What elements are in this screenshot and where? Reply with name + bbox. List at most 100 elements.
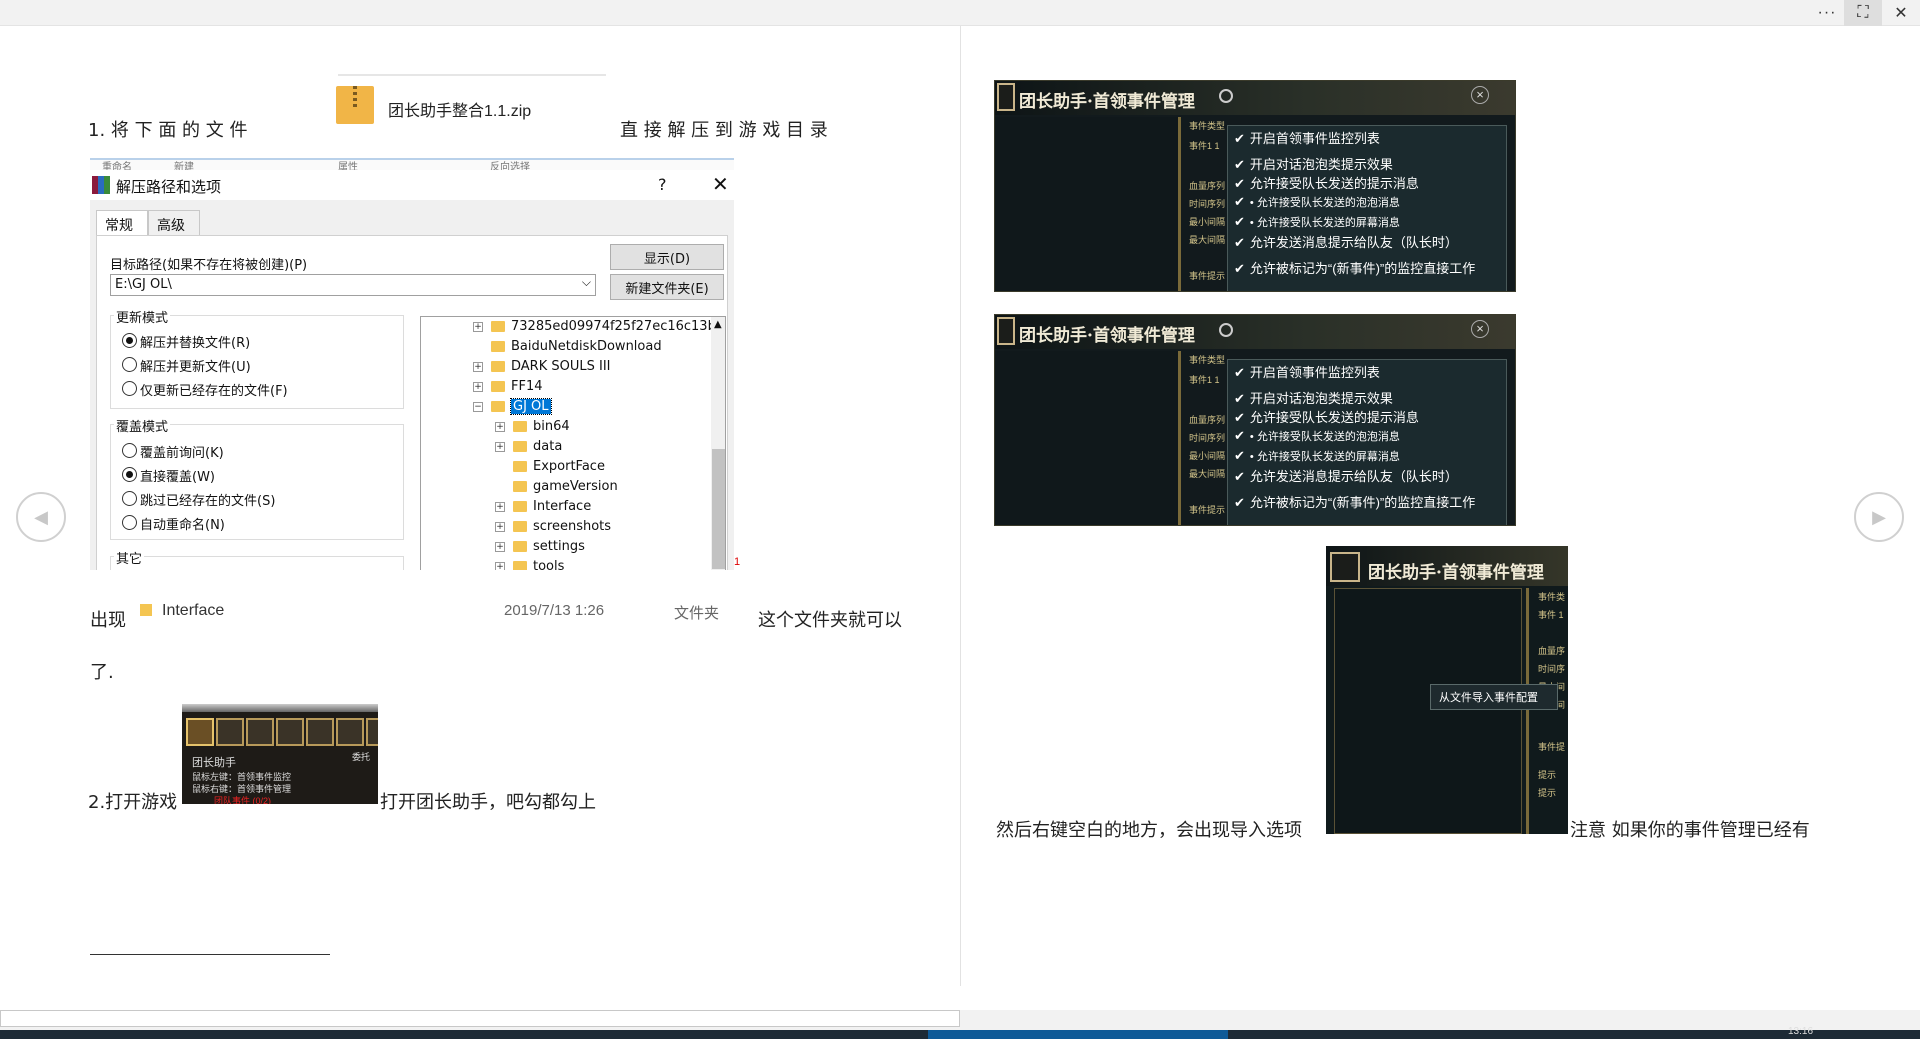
interface-date: 2019/7/13 1:26 <box>504 602 605 619</box>
appear-tail-2: 了. <box>90 662 114 683</box>
option-item: • 允许接受队长发送的泡泡消息 <box>1234 428 1400 444</box>
interface-type: 文件夹 <box>674 605 720 622</box>
zip-file-name: 团长助手整合1.1.zip <box>388 103 532 120</box>
previous-page-button[interactable]: ◀ <box>16 492 66 542</box>
footnote-rule <box>90 954 330 955</box>
next-page-button[interactable]: ▶ <box>1854 492 1904 542</box>
expand-icon[interactable]: + <box>495 561 505 570</box>
expand-icon[interactable]: + <box>495 501 505 512</box>
folder-icon <box>513 541 527 552</box>
scroll-thumb[interactable] <box>712 449 725 569</box>
tree-item[interactable]: +73285ed09974f25f27ec16c13bb <box>473 319 724 334</box>
field-label: 事件提示 <box>1189 271 1226 281</box>
step1-text-end: 直 接 解 压 到 游 戏 目 录 <box>620 120 828 141</box>
page-divider <box>960 26 961 986</box>
event-panel-screenshot: 团长助手·首领事件管理 × 事件类型 事件1 1 血量序列 时间序列 最小间隔 … <box>994 80 1516 292</box>
expand-icon[interactable]: + <box>495 421 505 432</box>
folder-icon <box>491 341 505 352</box>
expand-icon[interactable]: + <box>473 381 483 392</box>
folder-icon <box>513 421 527 432</box>
help-button[interactable]: ? <box>658 175 667 194</box>
folder-icon <box>513 461 527 472</box>
radio-extract-replace[interactable]: 解压并替换文件(R) <box>122 332 250 351</box>
option-item: 允许被标记为“(新事件)”的监控直接工作 <box>1234 492 1475 511</box>
target-path-combo[interactable]: E:\GJ OL\ ⌵ <box>110 274 596 296</box>
option-menu: 开启首领事件监控列表 开启对话泡泡类提示效果 允许接受队长发送的提示消息 • 允… <box>1227 125 1507 291</box>
tree-item[interactable]: + settings <box>495 539 585 554</box>
field-label: 事件类 <box>1538 592 1566 602</box>
appear-text: 出现 <box>90 610 126 631</box>
radio-auto-rename[interactable]: 自动重命名(N) <box>122 514 225 533</box>
step2-text-end: 打开团长助手，吧勾都勾上 <box>380 792 596 813</box>
zip-file-chip[interactable]: 团长助手整合1.1.zip <box>336 70 606 130</box>
expand-icon[interactable]: + <box>495 441 505 452</box>
expand-icon[interactable]: + <box>473 361 483 372</box>
tree-item[interactable]: + Interface <box>495 499 591 514</box>
chip-top-border <box>338 74 606 76</box>
tree-item[interactable]: + screenshots <box>495 519 611 534</box>
expand-icon[interactable]: + <box>473 321 483 332</box>
panel-header: 团长助手·首领事件管理 × <box>995 315 1515 349</box>
radio-update-existing[interactable]: 仅更新已经存在的文件(F) <box>122 380 288 399</box>
gear-icon <box>1219 323 1233 337</box>
other-title: 其它 <box>114 548 145 567</box>
option-item: 开启对话泡泡类提示效果 <box>1234 154 1393 173</box>
viewer-titlebar: ··· ⛶ ✕ <box>0 0 1920 26</box>
close-button[interactable]: ✕ <box>1882 0 1920 26</box>
toolbar-icon <box>366 718 378 746</box>
fullscreen-button[interactable]: ⛶ <box>1844 0 1882 26</box>
toolbar-red-text: 团队事件 (0/2) <box>214 796 272 804</box>
step1-text-start: 1. 将 下 面 的 文 件 <box>88 120 248 141</box>
tree-item-selected[interactable]: − GJ OL <box>473 398 552 415</box>
panel-separator <box>1526 588 1529 834</box>
tree-item[interactable]: + data <box>495 439 562 454</box>
close-icon: × <box>1471 86 1489 104</box>
field-label: 事件类型 <box>1189 355 1226 365</box>
game-toolbar-screenshot: 团长助手 鼠标左键：首领事件监控 鼠标右键：首领事件管理 委托 团队事件 (0/… <box>182 704 378 804</box>
radio-extract-update[interactable]: 解压并更新文件(U) <box>122 356 251 375</box>
tree-item[interactable]: + bin64 <box>495 419 570 434</box>
collapse-icon[interactable]: − <box>473 401 483 412</box>
tab-general[interactable]: 常规 <box>96 210 148 236</box>
option-item: 允许发送消息提示给队友（队长时） <box>1234 232 1458 251</box>
tree-item[interactable]: + FF14 <box>473 379 543 394</box>
tab-advanced[interactable]: 高级 <box>148 210 200 236</box>
tree-item[interactable]: + tools <box>495 559 564 570</box>
option-item: 允许发送消息提示给队友（队长时） <box>1234 466 1458 485</box>
tree-item[interactable]: BaiduNetdiskDownload <box>491 339 662 354</box>
taskbar-clock: 13:16 <box>1788 1026 1814 1037</box>
field-label: 最大间隔 <box>1189 469 1226 479</box>
taskbar-active-app[interactable] <box>928 1030 1228 1039</box>
tree-item[interactable]: ExportFace <box>513 459 605 474</box>
more-options-button[interactable]: ··· <box>1808 0 1846 26</box>
show-button[interactable]: 显示(D) <box>610 244 724 270</box>
radio-overwrite[interactable]: 直接覆盖(W) <box>122 466 215 485</box>
tree-item[interactable]: gameVersion <box>513 479 618 494</box>
field-label: 时间序列 <box>1189 199 1226 209</box>
chevron-down-icon[interactable]: ⌵ <box>582 275 591 290</box>
option-item: 允许被标记为“(新事件)”的监控直接工作 <box>1234 258 1475 277</box>
option-item: 允许接受队长发送的提示消息 <box>1234 173 1419 192</box>
horizontal-scrollbar[interactable] <box>0 1010 960 1027</box>
field-label: 时间序列 <box>1189 433 1226 443</box>
option-item: 允许接受队长发送的提示消息 <box>1234 407 1419 426</box>
folder-tree[interactable]: +73285ed09974f25f27ec16c13bb BaiduNetdis… <box>420 316 726 570</box>
tree-item[interactable]: + DARK SOULS III <box>473 359 611 374</box>
tree-scrollbar[interactable]: ▲ <box>711 317 725 570</box>
radio-skip-existing[interactable]: 跳过已经存在的文件(S) <box>122 490 275 509</box>
dialog-close-button[interactable]: ✕ <box>712 172 729 196</box>
radio-ask-before[interactable]: 覆盖前询问(K) <box>122 442 224 461</box>
target-path-label: 目标路径(如果不存在将被创建)(P) <box>110 258 308 273</box>
event-panel-screenshot-2: 团长助手·首领事件管理 × 事件类型 事件1 1 血量序列 时间序列 最小间隔 … <box>994 314 1516 526</box>
dialog-titlebar: 解压路径和选项 ? ✕ <box>90 170 734 200</box>
field-label: 最小间隔 <box>1189 217 1226 227</box>
new-folder-button[interactable]: 新建文件夹(E) <box>610 274 724 300</box>
folder-icon <box>513 441 527 452</box>
other-group <box>110 556 404 570</box>
scroll-up-icon[interactable]: ▲ <box>714 319 722 330</box>
toolbar-icon <box>276 718 304 746</box>
expand-icon[interactable]: + <box>495 541 505 552</box>
helper-icon <box>186 718 214 746</box>
expand-icon[interactable]: + <box>495 521 505 532</box>
field-label: 提示 <box>1538 788 1557 798</box>
